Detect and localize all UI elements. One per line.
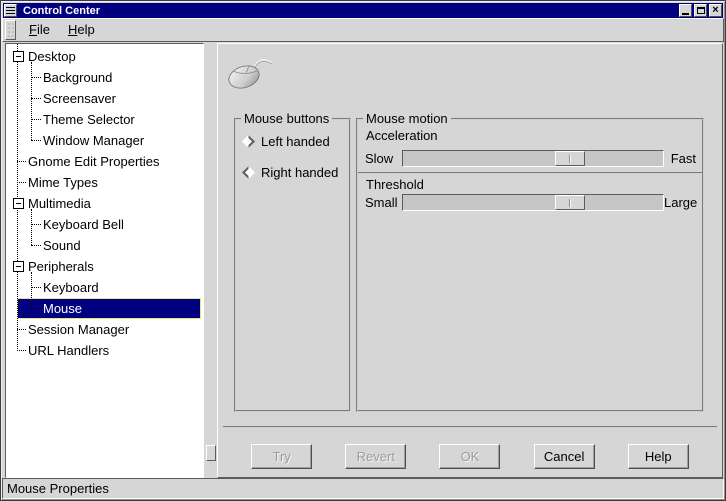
window-title: Control Center: [23, 5, 100, 17]
minimize-button[interactable]: [679, 4, 692, 17]
minimize-icon: [682, 13, 689, 15]
mouse-buttons-legend: Mouse buttons: [241, 111, 332, 126]
slow-label: Slow: [365, 151, 402, 166]
menu-file[interactable]: File: [20, 19, 59, 41]
tree-item-window-manager[interactable]: Window Manager: [6, 130, 203, 151]
tree-item-desktop[interactable]: Desktop: [6, 46, 203, 67]
tree-item-label[interactable]: Gnome Edit Properties: [28, 154, 160, 169]
tree-item-sound[interactable]: Sound: [6, 235, 203, 256]
ok-button[interactable]: OK: [439, 444, 500, 469]
tree-item-session-manager[interactable]: Session Manager: [6, 319, 203, 340]
radio-button-icon[interactable]: [242, 135, 255, 148]
action-buttons: Try Revert OK Cancel Help: [218, 443, 722, 470]
tree-collapse-icon[interactable]: [13, 51, 24, 62]
tree-item-label[interactable]: Window Manager: [43, 133, 144, 148]
radio-label[interactable]: Right handed: [261, 165, 338, 180]
tree-item-theme-selector[interactable]: Theme Selector: [6, 109, 203, 130]
category-tree-panel: Desktop Background Screensaver Theme Sel…: [5, 43, 204, 478]
radio-button-icon[interactable]: [242, 166, 255, 179]
window-controls: ×: [679, 4, 722, 17]
mouse-settings-panel: Mouse buttons Left handed Right handed M…: [217, 43, 723, 478]
status-bar: Mouse Properties: [2, 478, 724, 499]
large-label: Large: [664, 195, 697, 210]
tree-item-gnome-edit-properties[interactable]: Gnome Edit Properties: [6, 151, 203, 172]
tree-guide-line: [31, 209, 32, 245]
tree-item-label[interactable]: URL Handlers: [28, 343, 109, 358]
tree-guide-line: [31, 272, 32, 308]
tree-item-mime-types[interactable]: Mime Types: [6, 172, 203, 193]
category-tree: Desktop Background Screensaver Theme Sel…: [6, 46, 203, 361]
tree-item-label[interactable]: Sound: [43, 238, 81, 253]
mouse-image: [227, 55, 273, 89]
tree-guide-line: [31, 62, 32, 140]
radio-label[interactable]: Left handed: [261, 134, 330, 149]
slider-handle-notch: [569, 155, 571, 163]
acceleration-slider[interactable]: [402, 150, 664, 167]
tree-item-label[interactable]: Keyboard Bell: [43, 217, 124, 232]
motion-separator: [358, 172, 702, 174]
pane-grip[interactable]: [206, 445, 216, 461]
minus-glyph: [16, 56, 21, 57]
tree-item-label[interactable]: Theme Selector: [43, 112, 135, 127]
menu-help[interactable]: Help: [59, 19, 104, 41]
tree-item-multimedia[interactable]: Multimedia: [6, 193, 203, 214]
maximize-button[interactable]: [694, 4, 707, 17]
tree-collapse-icon[interactable]: [13, 198, 24, 209]
acceleration-label: Acceleration: [366, 128, 438, 143]
title-bar[interactable]: Control Center ×: [3, 3, 723, 18]
menu-bar: File Help: [2, 18, 724, 42]
mouse-buttons-group: Mouse buttons Left handed Right handed: [234, 118, 351, 412]
small-label: Small: [365, 195, 402, 210]
slider-handle-notch: [569, 199, 571, 207]
tree-item-label[interactable]: Peripherals: [28, 259, 94, 274]
radio-right-handed[interactable]: Right handed: [244, 165, 349, 180]
slider-handle[interactable]: [555, 195, 585, 210]
status-text: Mouse Properties: [3, 481, 109, 496]
tree-item-keyboard-bell[interactable]: Keyboard Bell: [6, 214, 203, 235]
tree-item-screensaver[interactable]: Screensaver: [6, 88, 203, 109]
tree-item-keyboard[interactable]: Keyboard: [6, 277, 203, 298]
close-icon: ×: [712, 5, 718, 16]
fast-label: Fast: [671, 151, 696, 166]
tree-item-url-handlers[interactable]: URL Handlers: [6, 340, 203, 361]
tree-item-label[interactable]: Screensaver: [43, 91, 116, 106]
control-center-window: Control Center × File Help: [0, 0, 726, 501]
tree-item-label[interactable]: Mime Types: [28, 175, 98, 190]
try-button[interactable]: Try: [251, 444, 312, 469]
threshold-label: Threshold: [366, 177, 424, 192]
tree-item-label[interactable]: Desktop: [28, 49, 76, 64]
slider-handle[interactable]: [555, 151, 585, 166]
mouse-motion-group: Mouse motion Acceleration Slow Fast Thre…: [356, 118, 704, 412]
close-button[interactable]: ×: [709, 4, 722, 17]
revert-button[interactable]: Revert: [345, 444, 406, 469]
mouse-motion-legend: Mouse motion: [363, 111, 451, 126]
tree-collapse-icon[interactable]: [13, 261, 24, 272]
minus-glyph: [16, 203, 21, 204]
tree-item-label[interactable]: Multimedia: [28, 196, 91, 211]
tree-item-mouse[interactable]: Mouse: [6, 298, 203, 319]
minus-glyph: [16, 266, 21, 267]
radio-left-handed[interactable]: Left handed: [244, 134, 349, 149]
threshold-slider[interactable]: [402, 194, 664, 211]
cancel-button[interactable]: Cancel: [534, 444, 595, 469]
tree-item-peripherals[interactable]: Peripherals: [6, 256, 203, 277]
window-menu-button[interactable]: [4, 4, 17, 17]
maximize-icon: [697, 7, 705, 14]
menu-drag-handle[interactable]: [5, 20, 16, 40]
window-menu-icon: [6, 7, 15, 15]
tree-item-label[interactable]: Background: [43, 70, 112, 85]
pane-divider[interactable]: [205, 43, 217, 478]
tree-item-label[interactable]: Session Manager: [28, 322, 129, 337]
threshold-row: Small Large: [365, 194, 696, 211]
help-button[interactable]: Help: [628, 444, 689, 469]
acceleration-row: Slow Fast: [365, 150, 696, 167]
action-area-separator: [223, 426, 717, 428]
tree-item-label[interactable]: Mouse: [43, 301, 82, 316]
main-area: Desktop Background Screensaver Theme Sel…: [2, 43, 726, 478]
tree-item-background[interactable]: Background: [6, 67, 203, 88]
tree-item-label[interactable]: Keyboard: [43, 280, 99, 295]
